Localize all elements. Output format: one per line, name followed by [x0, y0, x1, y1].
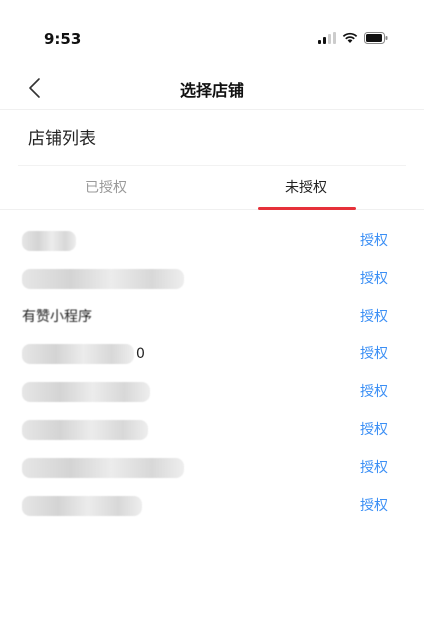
tabs: 已授权 未授权 [0, 166, 424, 210]
list-item: 授权 [0, 373, 424, 411]
tab-unauthorized[interactable]: 未授权 [200, 166, 412, 210]
store-list: 授权 授权 有赞小程序 授权 0 授权 授权 授权 授权 授权 [0, 222, 424, 524]
wifi-icon [342, 32, 358, 43]
store-name-redacted [22, 231, 76, 251]
store-name-redacted [22, 457, 184, 478]
nav-bar: 选择店铺 [0, 66, 424, 110]
page-title: 选择店铺 [179, 81, 244, 100]
authorize-button[interactable]: 授权 [360, 307, 388, 327]
list-item: 授权 [0, 487, 424, 525]
active-tab-indicator [258, 207, 356, 210]
store-list-heading: 店铺列表 [28, 129, 96, 149]
list-item: 授权 [0, 449, 424, 487]
list-item: 有赞小程序 授权 [0, 298, 424, 336]
authorize-button[interactable]: 授权 [360, 496, 388, 516]
status-time: 9:53 [44, 30, 82, 48]
tab-authorized[interactable]: 已授权 [0, 166, 212, 210]
store-name-redacted [22, 344, 134, 365]
list-item: 0 授权 [0, 335, 424, 373]
store-name: 有赞小程序 [22, 308, 92, 325]
authorize-button[interactable]: 授权 [360, 269, 388, 289]
signal-icon [318, 32, 336, 44]
status-icons [318, 32, 388, 44]
list-item: 授权 [0, 260, 424, 298]
status-bar: 9:53 [0, 0, 424, 60]
list-item: 授权 [0, 411, 424, 449]
store-name-redacted [22, 382, 150, 403]
store-name: 0 [136, 346, 145, 363]
store-name-redacted [22, 495, 142, 516]
battery-icon [364, 32, 388, 44]
authorize-button[interactable]: 授权 [360, 420, 388, 440]
authorize-button[interactable]: 授权 [360, 344, 388, 364]
list-item: 授权 [0, 222, 424, 260]
authorize-button[interactable]: 授权 [360, 231, 388, 251]
authorize-button[interactable]: 授权 [360, 382, 388, 402]
store-name-redacted [22, 268, 184, 289]
store-name-redacted [22, 419, 148, 440]
authorize-button[interactable]: 授权 [360, 458, 388, 478]
